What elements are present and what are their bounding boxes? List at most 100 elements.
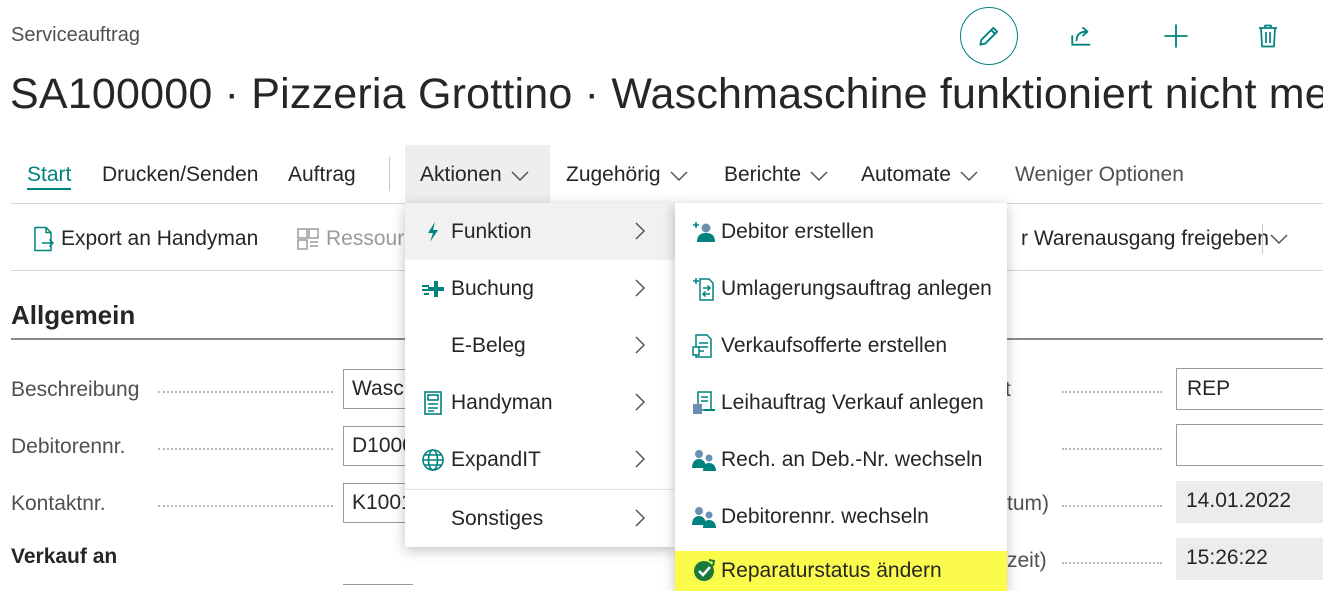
tab-drucken-label: Drucken/Senden [102,162,259,186]
verkauf-an-input[interactable] [343,584,413,591]
field-leader-dots [1062,391,1162,393]
menu-item-label: Leihauftrag Verkauf anlegen [721,390,984,414]
menu-item-label: Handyman [451,390,553,414]
chevron-right-icon [635,450,646,468]
chevron-down-icon [960,170,978,181]
tab-aktionen-label: Aktionen [420,162,502,186]
tab-automate-label: Automate [861,162,951,186]
ressource-label: Ressourc [326,227,415,250]
tab-start[interactable]: Start [27,145,72,204]
menu-item-expandit[interactable]: ExpandIT [405,431,675,488]
kontaktnr-label: Kontaktnr. [11,492,106,515]
breadcrumb: Serviceauftrag [11,24,140,46]
beschreibung-input[interactable]: Wasch [343,369,413,409]
document-icon [421,391,445,415]
menu-item-label: Sonstiges [451,506,544,530]
tab-zugehoerig[interactable]: Zugehörig [566,145,688,204]
delete-button[interactable] [1239,7,1297,65]
share-icon [1071,26,1091,46]
export-handyman-button[interactable]: Export an Handyman [33,212,258,266]
debitorennr-label: Debitorennr. [11,435,126,458]
new-button[interactable] [1147,7,1205,65]
field-leader-dots [158,505,333,507]
resource-icon [297,228,319,250]
tab-auftrag[interactable]: Auftrag [288,145,356,204]
menu-item-label: Verkaufsofferte erstellen [721,333,948,357]
chevron-down-icon [511,170,529,181]
menu-item-e-beleg[interactable]: E-Beleg [405,317,675,374]
field-leader-dots [1062,505,1162,507]
menu-item-reparaturstatus-aendern[interactable]: Reparaturstatus ändern [675,551,1007,591]
change-customer-icon [691,504,717,530]
tab-auftrag-label: Auftrag [288,162,356,186]
field-leader-dots [1062,562,1162,564]
menu-item-label: E-Beleg [451,333,526,357]
menu-item-leihauftrag-verkauf-anlegen[interactable]: Leihauftrag Verkauf anlegen [675,374,1007,431]
globe-icon [421,448,445,472]
menu-item-label: Umlagerungsauftrag anlegen [721,276,992,300]
chevron-right-icon [635,509,646,527]
chevron-down-icon [670,170,688,181]
tab-start-underline [27,188,72,190]
tab-berichte[interactable]: Berichte [724,145,828,204]
menu-item-verkaufsofferte-erstellen[interactable]: Verkaufsofferte erstellen [675,317,1007,374]
ressource-button[interactable]: Ressourc [296,212,415,266]
tab-zugehoerig-label: Zugehörig [566,162,661,186]
tab-aktionen[interactable]: Aktionen [405,145,550,204]
edit-button[interactable] [960,7,1018,65]
verkauf-an-heading: Verkauf an [11,545,118,568]
fewer-options-link[interactable]: Weniger Optionen [1015,145,1184,204]
right-field-input[interactable]: REP [1176,368,1323,410]
pencil-icon [979,26,999,46]
tab-drucken-senden[interactable]: Drucken/Senden [102,145,258,204]
date-value: 14.01.2022 [1176,481,1323,523]
menu-item-sonstiges[interactable]: Sonstiges [405,490,675,547]
tab-separator [389,157,390,191]
menu-item-rech-an-deb-nr-wechseln[interactable]: Rech. an Deb.-Nr. wechseln [675,431,1007,488]
tab-start-label: Start [27,162,72,186]
action-bar: Start Drucken/Senden Auftrag Aktionen Zu… [0,145,1323,204]
chevron-right-icon [635,279,646,297]
loan-order-icon [691,390,717,416]
chevron-down-icon [810,170,828,181]
menu-item-handyman[interactable]: Handyman [405,374,675,431]
right-field-input[interactable] [1176,424,1323,466]
chevron-right-icon [635,393,646,411]
fewer-options-label: Weniger Optionen [1015,162,1184,186]
share-button[interactable] [1053,7,1111,65]
release-shipment-label: r Warenausgang freigeben [1021,227,1269,250]
post-icon [421,277,445,301]
lightning-icon [421,220,445,244]
tab-automate[interactable]: Automate [861,145,978,204]
release-shipment-button[interactable]: r Warenausgang freigeben [1021,212,1269,266]
section-title-allgemein: Allgemein [11,300,136,330]
beschreibung-label: Beschreibung [11,378,140,401]
menu-item-label: Rech. an Deb.-Nr. wechseln [721,447,983,471]
menu-item-label: Debitor erstellen [721,219,874,243]
menu-item-label: Funktion [451,219,532,243]
menu-item-label: Buchung [451,276,534,300]
menu-item-debitor-erstellen[interactable]: Debitor erstellen [675,203,1007,260]
more-commands-button[interactable] [1270,226,1290,252]
chevron-right-icon [635,336,646,354]
tab-berichte-label: Berichte [724,162,802,186]
menu-item-debitorennr-wechseln[interactable]: Debitorennr. wechseln [675,488,1007,545]
repair-status-icon [691,558,717,584]
export-document-icon [34,226,54,252]
field-leader-dots [1062,448,1162,450]
transfer-order-icon [691,276,717,302]
right-field-label: tum) [1007,492,1049,515]
debitorennr-input[interactable]: D1000 [343,426,413,466]
kontaktnr-input[interactable]: K1001 [343,483,413,523]
export-handyman-label: Export an Handyman [61,227,259,250]
menu-item-funktion[interactable]: Funktion [405,203,675,260]
menu-item-buchung[interactable]: Buchung [405,260,675,317]
chevron-right-icon [635,222,646,240]
field-leader-dots [158,448,333,450]
command-separator [1262,224,1263,254]
aktionen-menu: Funktion Buchung E-Beleg Handyman Expand… [405,203,675,547]
plus-icon [1164,24,1188,48]
field-leader-dots [158,391,333,393]
funktion-submenu: Debitor erstellen Umlagerungsauftrag anl… [675,203,1007,591]
menu-item-umlagerungsauftrag-anlegen[interactable]: Umlagerungsauftrag anlegen [675,260,1007,317]
